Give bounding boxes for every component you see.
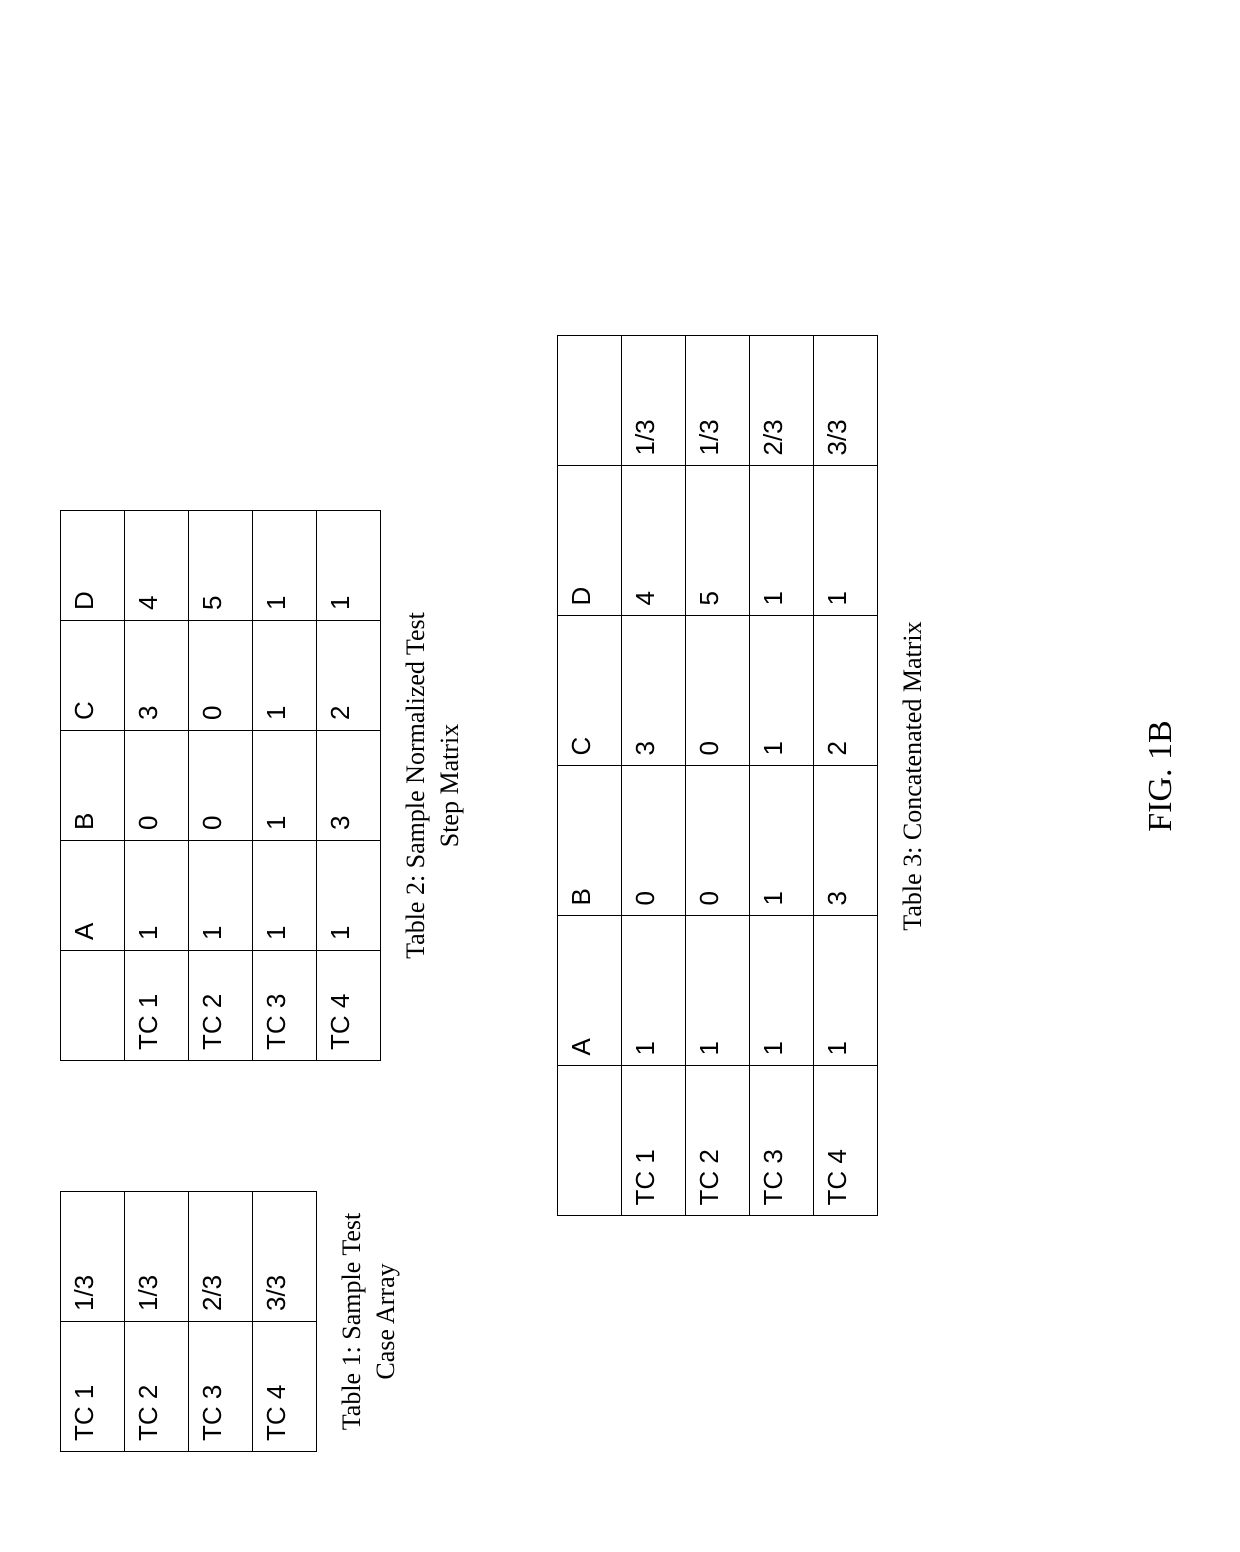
table1-row-id: TC 1 <box>61 1322 125 1452</box>
table2-row-id: TC 2 <box>189 951 253 1061</box>
table2: A B C D TC 1 1 0 3 4 TC 2 1 0 0 5 <box>60 510 381 1061</box>
table3: A B C D TC 1 1 0 3 4 1/3 TC 2 1 0 <box>557 336 878 1217</box>
table1-row-id: TC 4 <box>253 1322 317 1452</box>
table2-cell: 3 <box>125 621 189 731</box>
table2-row-id: TC 3 <box>253 951 317 1061</box>
table3-row-id: TC 1 <box>621 1066 685 1216</box>
table3-ratio: 2/3 <box>749 336 813 466</box>
table3-col-header: C <box>557 616 621 766</box>
table2-col-header: B <box>61 731 125 841</box>
table2-cell: 0 <box>189 731 253 841</box>
table-row: A B C D <box>557 336 621 1216</box>
table2-col-header: C <box>61 621 125 731</box>
table3-cell: 1 <box>813 466 877 616</box>
table2-row-id: TC 1 <box>125 951 189 1061</box>
table3-col-header: A <box>557 916 621 1066</box>
table3-group: A B C D TC 1 1 0 3 4 1/3 TC 2 1 0 <box>557 336 930 1217</box>
table3-cell: 1 <box>749 616 813 766</box>
table3-cell: 5 <box>685 466 749 616</box>
table-row: TC 4 1 3 2 1 3/3 <box>813 336 877 1216</box>
table-row: TC 1 1/3 <box>61 1192 125 1452</box>
table-row: TC 1 1 0 3 4 1/3 <box>621 336 685 1216</box>
table1-caption: Table 1: Sample Test Case Array <box>335 1213 403 1431</box>
table3-ratio: 1/3 <box>685 336 749 466</box>
table3-cell: 1 <box>685 916 749 1066</box>
table-row: TC 2 1/3 <box>125 1192 189 1452</box>
table2-row-id: TC 4 <box>317 951 381 1061</box>
table2-cell: 3 <box>317 731 381 841</box>
table3-row-id: TC 2 <box>685 1066 749 1216</box>
table2-cell: 1 <box>253 621 317 731</box>
table2-cell: 1 <box>317 511 381 621</box>
table2-cell: 5 <box>189 511 253 621</box>
table-row: TC 3 2/3 <box>189 1192 253 1452</box>
table2-col-header: D <box>61 511 125 621</box>
table2-cell: 1 <box>125 841 189 951</box>
table-row: TC 3 1 1 1 1 <box>253 511 317 1061</box>
table3-caption: Table 3: Concatenated Matrix <box>896 621 930 930</box>
table-row: TC 2 1 0 0 5 1/3 <box>685 336 749 1216</box>
table3-cell: 1 <box>749 916 813 1066</box>
table1-row-id: TC 3 <box>189 1322 253 1452</box>
table2-col-header: A <box>61 841 125 951</box>
table3-cell: 2 <box>813 616 877 766</box>
table3-cell: 3 <box>621 616 685 766</box>
table3-cell: 4 <box>621 466 685 616</box>
table2-corner <box>61 951 125 1061</box>
table2-cell: 0 <box>189 621 253 731</box>
table3-cell: 1 <box>813 916 877 1066</box>
table-row: TC 1 1 0 3 4 <box>125 511 189 1061</box>
table3-ratio-header <box>557 336 621 466</box>
table3-cell: 1 <box>749 766 813 916</box>
table1: TC 1 1/3 TC 2 1/3 TC 3 2/3 TC 4 3/3 <box>60 1191 317 1452</box>
table2-cell: 2 <box>317 621 381 731</box>
table-row: TC 4 1 3 2 1 <box>317 511 381 1061</box>
table1-row-id: TC 2 <box>125 1322 189 1452</box>
table1-row-value: 2/3 <box>189 1192 253 1322</box>
table3-ratio: 3/3 <box>813 336 877 466</box>
table2-cell: 1 <box>253 841 317 951</box>
table3-row-id: TC 4 <box>813 1066 877 1216</box>
table3-col-header: D <box>557 466 621 616</box>
table2-cell: 0 <box>125 731 189 841</box>
table-row: TC 3 1 1 1 1 2/3 <box>749 336 813 1216</box>
table2-caption: Table 2: Sample Normalized Test Step Mat… <box>399 612 467 959</box>
table2-cell: 1 <box>189 841 253 951</box>
table2-group: A B C D TC 1 1 0 3 4 TC 2 1 0 0 5 <box>60 510 467 1061</box>
table1-row-value: 1/3 <box>125 1192 189 1322</box>
table2-cell: 1 <box>253 731 317 841</box>
table1-group: TC 1 1/3 TC 2 1/3 TC 3 2/3 TC 4 3/3 Tabl… <box>60 1191 403 1452</box>
table1-row-value: 1/3 <box>61 1192 125 1322</box>
table2-cell: 1 <box>253 511 317 621</box>
table2-cell: 1 <box>317 841 381 951</box>
table3-ratio: 1/3 <box>621 336 685 466</box>
table3-cell: 0 <box>685 616 749 766</box>
table3-cell: 1 <box>621 916 685 1066</box>
table-row: TC 4 3/3 <box>253 1192 317 1452</box>
figure-label: FIG. 1B <box>1142 720 1180 831</box>
table2-cell: 4 <box>125 511 189 621</box>
table3-cell: 0 <box>685 766 749 916</box>
table-row: TC 2 1 0 0 5 <box>189 511 253 1061</box>
table-row: A B C D <box>61 511 125 1061</box>
table3-cell: 3 <box>813 766 877 916</box>
table1-row-value: 3/3 <box>253 1192 317 1322</box>
table3-row-id: TC 3 <box>749 1066 813 1216</box>
table3-cell: 0 <box>621 766 685 916</box>
table3-cell: 1 <box>749 466 813 616</box>
table3-corner <box>557 1066 621 1216</box>
table3-col-header: B <box>557 766 621 916</box>
